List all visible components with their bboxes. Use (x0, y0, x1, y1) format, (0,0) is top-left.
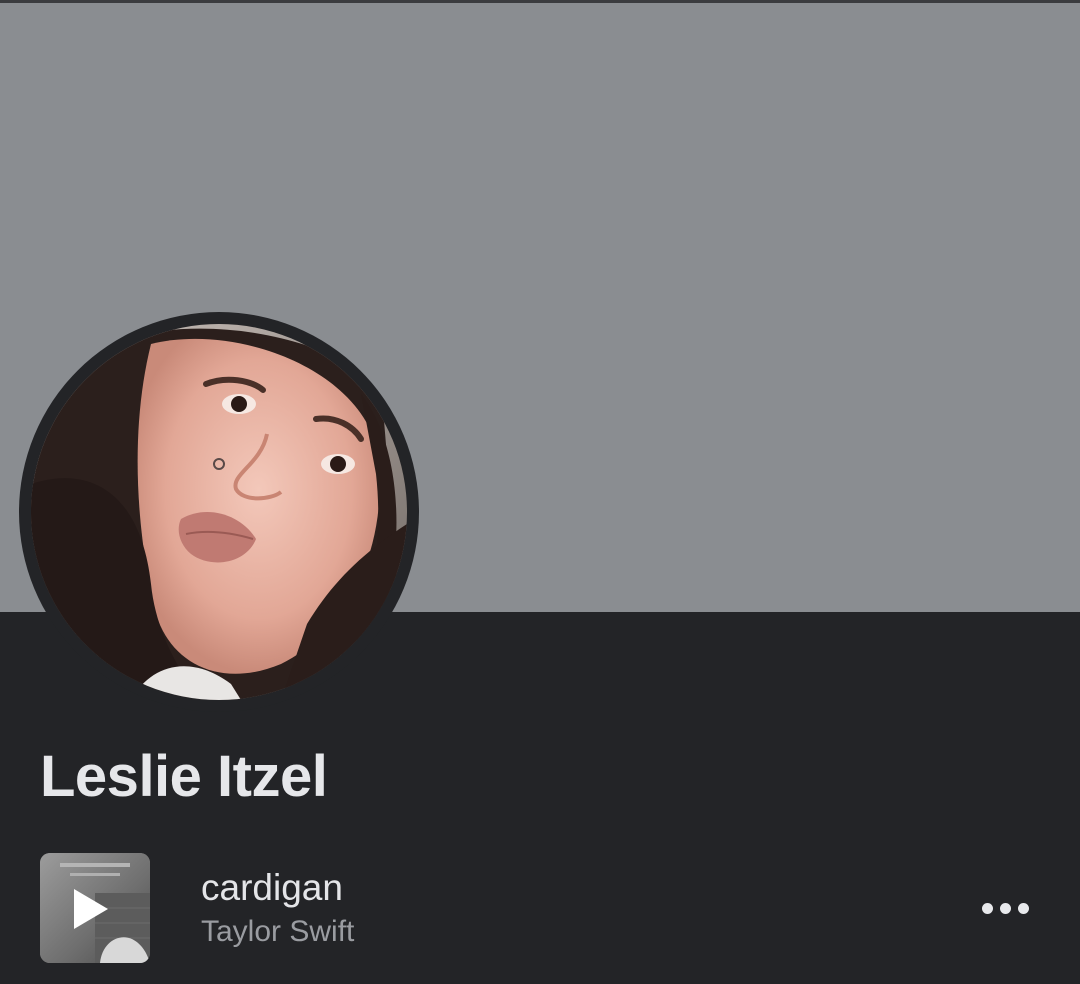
more-horizontal-icon (981, 902, 993, 914)
more-options-button[interactable] (972, 888, 1038, 928)
avatar[interactable] (31, 324, 407, 700)
now-playing-row[interactable]: cardigan Taylor Swift (0, 850, 1080, 966)
more-horizontal-icon (999, 902, 1011, 914)
profile-photo-icon (31, 324, 407, 700)
song-title[interactable]: cardigan (201, 866, 343, 910)
more-horizontal-icon (1017, 902, 1029, 914)
profile-name: Leslie Itzel (40, 744, 328, 809)
song-artist[interactable]: Taylor Swift (201, 914, 354, 950)
profile-screen: Leslie Itzel cardigan Taylor Swift (0, 0, 1080, 984)
play-icon[interactable] (68, 887, 112, 931)
album-art[interactable] (40, 853, 150, 963)
